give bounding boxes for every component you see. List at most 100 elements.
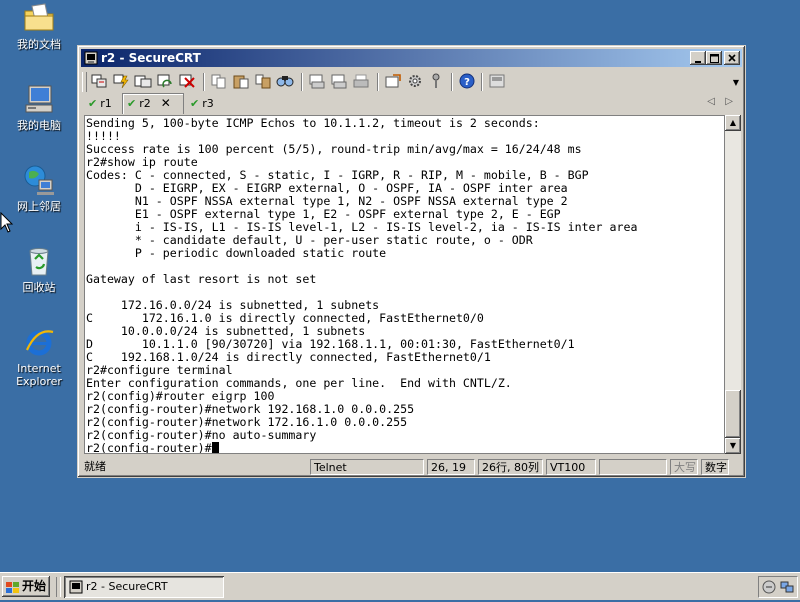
desktop-icon-my-documents[interactable]: 我的文档 xyxy=(0,2,78,51)
internet-explorer-icon xyxy=(23,326,55,358)
securecrt-window: r2 - SecureCRT ? ▼ ✔ r1 ✔ r2 ✕ ✔ r3 ◁ ▷ … xyxy=(77,45,746,478)
start-button[interactable]: 开始 xyxy=(2,576,50,597)
terminal-line: r2(config)#router eigrp 100 xyxy=(86,389,275,403)
recycle-bin-icon xyxy=(23,245,55,277)
quick-connect-button[interactable] xyxy=(112,73,132,91)
my-documents-icon xyxy=(23,2,55,34)
maximize-button[interactable] xyxy=(706,51,722,65)
tab-scroll-left-icon[interactable]: ◁ xyxy=(707,96,715,107)
window-titlebar[interactable]: r2 - SecureCRT xyxy=(81,49,742,67)
disconnect-button[interactable] xyxy=(178,73,198,91)
toolbar-grip[interactable] xyxy=(82,72,87,92)
terminal-line: r2(config-router)#no auto-summary xyxy=(86,428,317,442)
terminal-cursor xyxy=(211,442,219,453)
terminal-line: Sending 5, 100-byte ICMP Echos to 10.1.1… xyxy=(86,116,540,130)
taskbar-button-label: r2 - SecureCRT xyxy=(86,580,168,593)
terminal-line: r2#show ip route xyxy=(86,155,198,169)
connected-check-icon: ✔ xyxy=(88,97,98,110)
status-cursor-position: 26, 19 xyxy=(427,459,475,475)
scroll-thumb[interactable] xyxy=(725,390,741,438)
terminal-line: * - candidate default, U - per-user stat… xyxy=(86,233,533,247)
toolbar-separator xyxy=(481,73,483,91)
terminal-line: P - periodic downloaded static route xyxy=(86,246,387,260)
terminal-output: Sending 5, 100-byte ICMP Echos to 10.1.1… xyxy=(86,116,637,454)
tab-label: r1 xyxy=(100,97,112,110)
volume-icon[interactable] xyxy=(762,580,776,594)
terminal-line: Gateway of last resort is not set xyxy=(86,272,317,286)
terminal-area[interactable]: Sending 5, 100-byte ICMP Echos to 10.1.1… xyxy=(84,115,725,454)
main-toolbar: ? ▼ xyxy=(82,70,741,94)
global-options-button[interactable] xyxy=(406,73,426,91)
close-button[interactable] xyxy=(724,51,740,65)
find-button[interactable] xyxy=(276,73,296,91)
tab-r1[interactable]: ✔ r1 xyxy=(84,95,122,113)
status-caps-lock: 大写 xyxy=(670,459,698,475)
terminal-line: Success rate is 100 percent (5/5), round… xyxy=(86,142,582,156)
desktop-icon-internet-explorer[interactable]: Internet Explorer xyxy=(0,326,78,388)
terminal-lines: Sending 5, 100-byte ICMP Echos to 10.1.1… xyxy=(86,116,637,454)
copy-paste-button[interactable] xyxy=(254,73,274,91)
scroll-down-button[interactable]: ▼ xyxy=(725,438,741,454)
print-screen-button[interactable] xyxy=(308,73,328,91)
network-icon[interactable] xyxy=(780,580,794,594)
my-computer-icon xyxy=(23,83,55,115)
terminal-line: r2#configure terminal xyxy=(86,363,233,377)
print-selection-button[interactable] xyxy=(330,73,350,91)
desktop-icon-network-places[interactable]: 网上邻居 xyxy=(0,164,78,213)
terminal-line: !!!!! xyxy=(86,129,121,143)
toolbar-overflow-icon[interactable]: ▼ xyxy=(731,74,741,92)
connected-check-icon: ✔ xyxy=(127,97,137,110)
terminal-line: C 172.16.1.0 is directly connected, Fast… xyxy=(86,311,484,325)
status-ready: 就绪 xyxy=(84,460,106,473)
vertical-scrollbar[interactable]: ▲ ▼ xyxy=(725,115,741,454)
taskbar-button-securecrt[interactable]: r2 - SecureCRT xyxy=(64,576,224,598)
status-blank xyxy=(599,459,667,475)
terminal-line: r2(config-router)# xyxy=(86,441,212,454)
tab-r3[interactable]: ✔ r3 xyxy=(186,95,224,113)
status-bar: 就绪 Telnet 26, 19 26行, 80列 VT100 大写 数字 xyxy=(82,459,741,475)
tab-label: r3 xyxy=(202,97,214,110)
copy-button[interactable] xyxy=(210,73,230,91)
terminal-line: D - EIGRP, EX - EIGRP external, O - OSPF… xyxy=(86,181,568,195)
status-emulation: VT100 xyxy=(546,459,596,475)
minimize-button[interactable] xyxy=(690,51,706,65)
terminal-line: C 192.168.1.0/24 is directly connected, … xyxy=(86,350,491,364)
desktop-icon-my-computer[interactable]: 我的电脑 xyxy=(0,83,78,132)
paste-button[interactable] xyxy=(232,73,252,91)
help-button[interactable]: ? xyxy=(458,73,478,91)
connected-check-icon: ✔ xyxy=(190,97,200,110)
desktop-icon-label: 回收站 xyxy=(22,281,56,294)
print-button[interactable] xyxy=(352,73,372,91)
terminal-line: 172.16.0.0/24 is subnetted, 1 subnets xyxy=(86,298,380,312)
terminal-line: D 10.1.1.0 [90/30720] via 192.168.1.1, 0… xyxy=(86,337,575,351)
tab-scroll-right-icon[interactable]: ▷ xyxy=(725,96,733,107)
securecrt-app-icon xyxy=(84,51,98,65)
scroll-up-button[interactable]: ▲ xyxy=(725,115,741,131)
tab-label: r2 xyxy=(139,97,151,110)
connect-in-tab-button[interactable] xyxy=(134,73,154,91)
desktop-icon-label: Internet Explorer xyxy=(16,362,62,388)
toolbar-separator xyxy=(203,73,205,91)
key-map-button[interactable] xyxy=(428,73,448,91)
terminal-line: N1 - OSPF NSSA external type 1, N2 - OSP… xyxy=(86,194,568,208)
tab-r2[interactable]: ✔ r2 ✕ xyxy=(122,93,184,114)
terminal-line: r2(config-router)#network 192.168.1.0 0.… xyxy=(86,402,415,416)
session-options-button[interactable] xyxy=(384,73,404,91)
tab-close-icon[interactable]: ✕ xyxy=(161,96,171,110)
reconnect-button[interactable] xyxy=(156,73,176,91)
status-num-lock: 数字 xyxy=(701,459,729,475)
toolbar-separator xyxy=(451,73,453,91)
toolbar-separator xyxy=(301,73,303,91)
desktop-icon-recycle-bin[interactable]: 回收站 xyxy=(0,245,78,294)
windows-logo-icon xyxy=(6,580,19,593)
connect-button[interactable] xyxy=(90,73,110,91)
system-tray xyxy=(758,576,798,598)
terminal-line: Enter configuration commands, one per li… xyxy=(86,376,512,390)
network-places-icon xyxy=(23,164,55,196)
desktop-icon-label: 我的电脑 xyxy=(17,119,61,132)
taskbar-grip[interactable] xyxy=(56,577,61,597)
desktop-icon-label: 我的文档 xyxy=(17,38,61,51)
toolbar-separator xyxy=(377,73,379,91)
start-label: 开始 xyxy=(22,579,47,593)
session-manager-button[interactable] xyxy=(488,73,508,91)
